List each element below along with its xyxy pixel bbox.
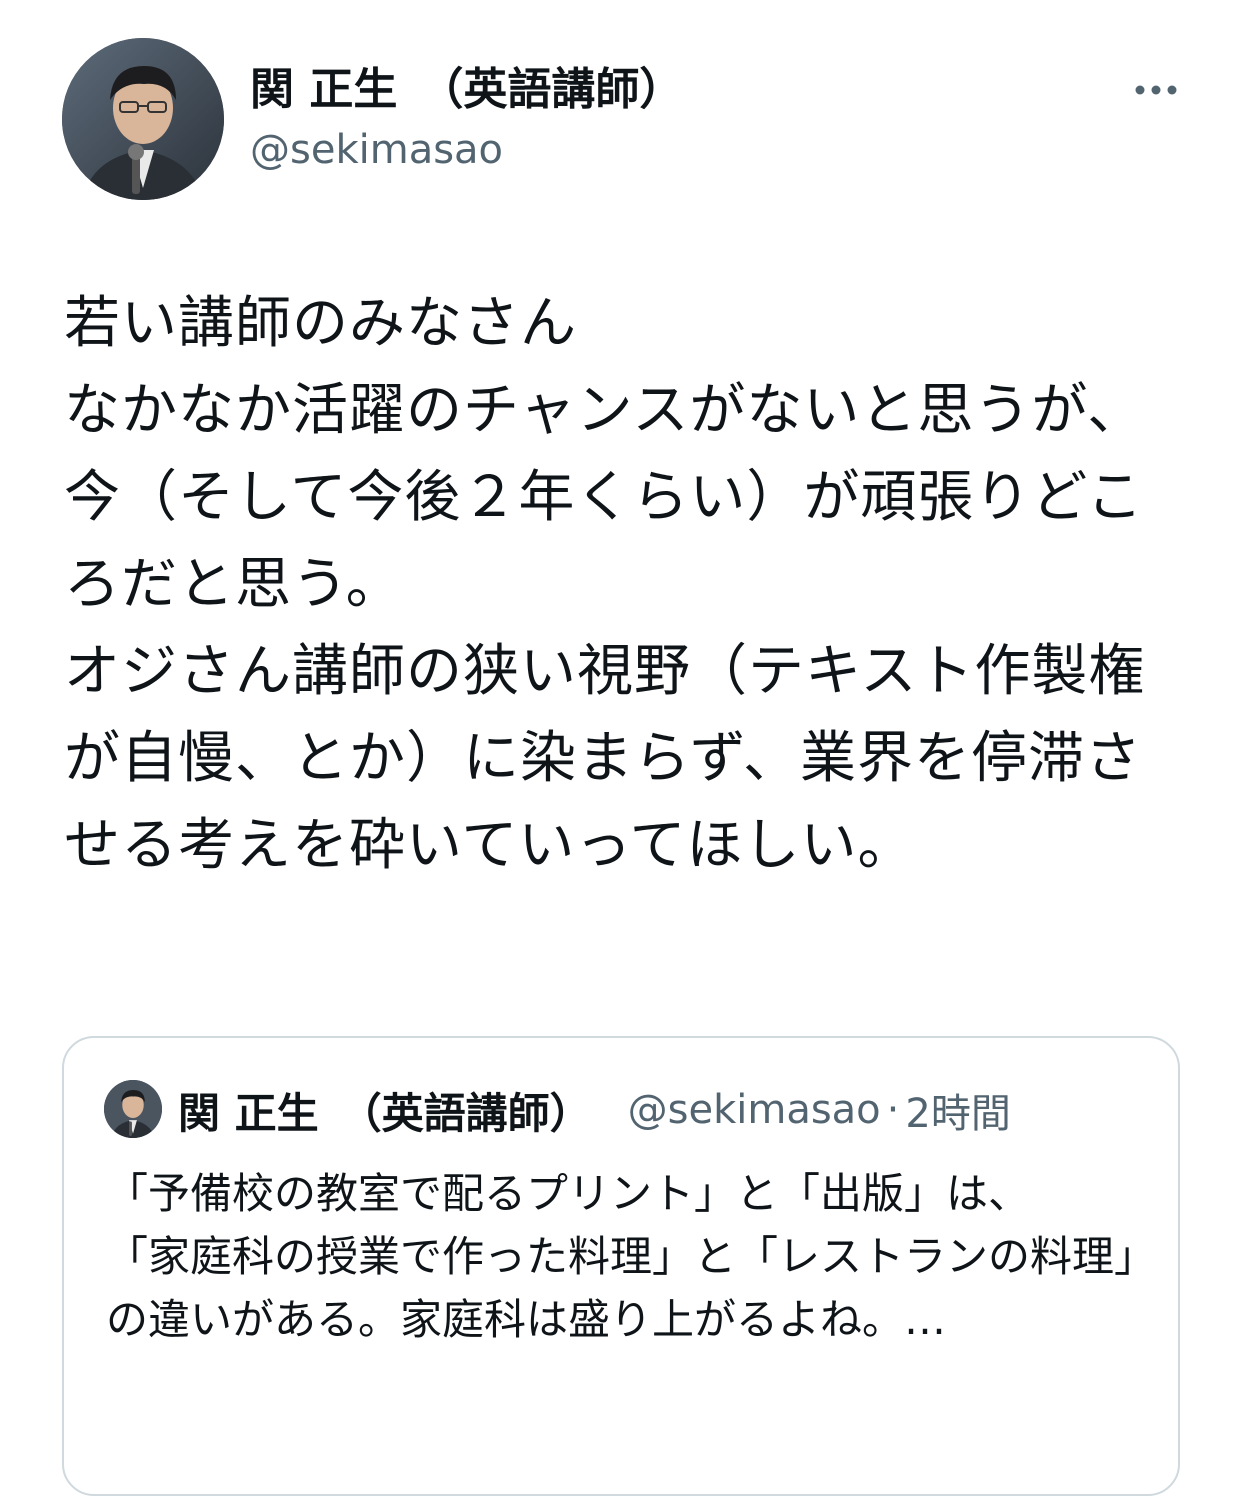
author-handle[interactable]: @sekimasao [250,124,503,176]
more-horizontal-icon [1135,85,1177,95]
author-display-name[interactable]: 関 正生 （英語講師） [250,62,683,118]
quoted-author-handle: @sekimasao [627,1087,881,1133]
quoted-tweet-header: 関 正生 （英語講師） @sekimasao · 2時間 [178,1082,1011,1138]
header-separator: · [886,1087,900,1133]
quoted-author-avatar [104,1080,162,1138]
more-options-button[interactable] [1126,72,1186,108]
quoted-tweet-timestamp: 2時間 [905,1091,1011,1137]
author-avatar[interactable] [62,38,224,200]
quoted-tweet-text: 「予備校の教室で配るプリント」と「出版」は、 「家庭科の授業で作った料理」と「レ… [106,1169,1136,1344]
quoted-tweet-card[interactable]: 関 正生 （英語講師） @sekimasao · 2時間 「予備校の教室で配るプ… [62,1036,1180,1496]
tweet-text: 若い講師のみなさん なかなか活躍のチャンスがないと思うが、今（そして今後２年くら… [64,291,1146,878]
tweet: 関 正生 （英語講師） @sekimasao 若い講師のみなさん なかなか活躍の… [0,0,1242,1512]
quoted-author-display-name: 関 正生 （英語講師） [178,1088,592,1138]
